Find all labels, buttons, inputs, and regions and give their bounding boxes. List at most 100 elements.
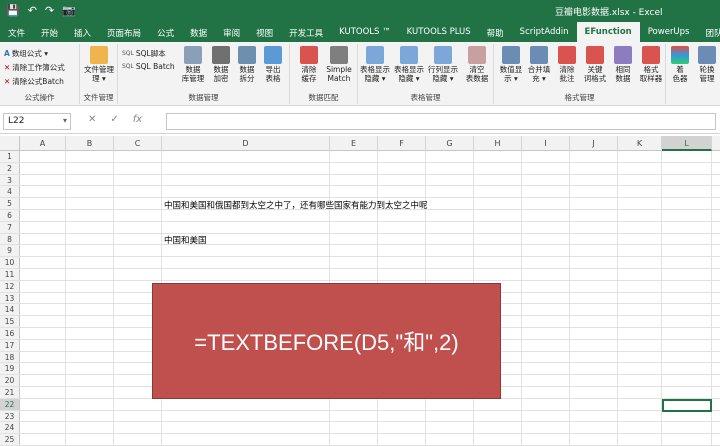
clear-formula-batch-button[interactable]: ✕ 清除公式Batch [4,76,64,87]
tab-14[interactable]: PowerUps [640,22,698,42]
colorizer-button[interactable]: 着 色器 [668,46,692,83]
row-header-10[interactable]: 10 [0,257,20,268]
row-header-22[interactable]: 22 [0,398,20,410]
row-header-8[interactable]: 8 [0,233,20,245]
table-show-hide-button-2[interactable]: 表格显示 隐藏 ▾ [394,46,424,83]
column-header-D[interactable]: D [162,136,330,151]
row-header-3[interactable]: 3 [0,174,20,186]
clear-cache-button[interactable]: 清除 缓存 [294,46,324,83]
column-header-L[interactable]: L [662,136,712,151]
row-header-5[interactable]: 5 [0,198,20,209]
confirm-icon[interactable]: ✓ [110,114,118,125]
tab-4[interactable]: 公式 [149,22,182,42]
column-header-H[interactable]: H [474,136,522,151]
row-header-19[interactable]: 19 [0,363,20,375]
column-header-J[interactable]: J [570,136,618,151]
table-row: 7 [0,221,720,234]
ribbon-tabs: 文件 开始 插入 页面布局 公式 数据 审阅 视图 开发工具 KUTOOLS ™ KUTOOLS P… [0,22,720,42]
number-display-button[interactable]: 数值显 示 ▾ [496,46,526,83]
array-formula-button[interactable]: A 数组公式 ▾ [4,48,48,59]
tab-12[interactable]: ScriptAddin [512,22,577,42]
clear-comment-icon [558,46,576,64]
rotate-mgmt-button[interactable]: 轮换 管理 [694,46,720,83]
camera-icon[interactable]: 📷 [62,4,76,17]
row-header-18[interactable]: 18 [0,351,20,363]
redo-icon[interactable]: ↷ [45,4,54,17]
column-header-E[interactable]: E [330,136,378,151]
row-header-4[interactable]: 4 [0,186,20,198]
row-header-17[interactable]: 17 [0,339,20,351]
column-header-I[interactable]: I [522,136,570,151]
active-cell[interactable] [662,398,712,412]
row-header-11[interactable]: 11 [0,269,20,280]
chevron-down-icon[interactable]: ▾ [63,116,67,125]
row-header-20[interactable]: 20 [0,375,20,386]
row-header-14[interactable]: 14 [0,304,20,316]
sampler-icon [642,46,660,64]
row-header-13[interactable]: 13 [0,292,20,304]
format-sampler-button[interactable]: 格式 取样器 [636,46,666,83]
name-box[interactable]: L22 ▾ [3,113,71,130]
keyword-format-button[interactable]: 关键 词格式 [580,46,610,83]
color-palette-icon [671,46,689,64]
column-header-G[interactable]: G [426,136,474,151]
group-label: 数据匹配 [308,93,339,102]
tab-7[interactable]: 视图 [248,22,281,42]
tab-8[interactable]: 开发工具 [281,22,331,42]
table-icon [400,46,418,64]
column-header-F[interactable]: F [378,136,426,151]
tab-10[interactable]: KUTOOLS PLUS [399,22,479,42]
row-header-25[interactable]: 25 [0,434,20,445]
row-header-7[interactable]: 7 [0,221,20,233]
column-header-K[interactable]: K [618,136,662,151]
column-header-C[interactable]: C [114,136,162,151]
tab-3[interactable]: 页面布局 [99,22,149,42]
export-table-button[interactable]: 导出 表格 [258,46,288,83]
group-label: 公式操作 [24,93,55,102]
row-header-24[interactable]: 24 [0,422,20,434]
tab-15[interactable]: 团队 [697,22,720,42]
simple-match-button[interactable]: Simple Match [324,46,354,83]
merge-fill-button[interactable]: 合并填 充 ▾ [524,46,554,83]
tab-13[interactable]: EFunction [576,22,640,42]
column-header-B[interactable]: B [66,136,114,151]
select-all-corner[interactable] [0,136,20,151]
clear-batch-icon: ✕ [4,77,11,86]
clear-comments-button[interactable]: 清除 批注 [552,46,582,83]
tab-0[interactable]: 文件 [0,22,33,42]
row-header-15[interactable]: 15 [0,316,20,327]
tab-5[interactable]: 数据 [182,22,215,42]
column-header-A[interactable]: A [20,136,66,151]
sql-batch-button[interactable]: SQL SQL Batch [122,62,175,71]
table-row: 23 [0,410,720,423]
table-show-hide-button-1[interactable]: 表格显示 隐藏 ▾ [360,46,390,83]
tab-2[interactable]: 插入 [66,22,99,42]
row-header-6[interactable]: 6 [0,210,20,221]
row-col-show-hide-button[interactable]: 行列显示 隐藏 ▾ [428,46,458,83]
undo-icon[interactable]: ↶ [28,4,37,17]
row-header-12[interactable]: 12 [0,280,20,292]
row-header-9[interactable]: 9 [0,245,20,257]
tab-11[interactable]: 帮助 [479,22,512,42]
row-header-21[interactable]: 21 [0,387,20,398]
database-mgmt-button[interactable]: 数据 库管理 [178,46,208,83]
tab-1[interactable]: 开始 [33,22,66,42]
clear-workbook-formula-button[interactable]: ✕ 清除工作簿公式 [4,62,65,73]
cell-D8[interactable]: 中国和美国 [164,234,207,246]
fx-icon[interactable]: fx [133,114,142,125]
row-header-23[interactable]: 23 [0,410,20,422]
cell-D5[interactable]: 中国和美国和俄国都到太空之中了，还有哪些国家有能力到太空之中呢 [164,199,428,211]
formula-input[interactable] [166,113,716,130]
same-data-button[interactable]: 相同 数据 [608,46,638,83]
row-header-2[interactable]: 2 [0,162,20,174]
cancel-icon[interactable]: ✕ [88,114,96,125]
sql-script-button[interactable]: SQL SQL脚本 [122,48,166,59]
save-icon[interactable]: 💾 [6,4,20,17]
tab-6[interactable]: 审阅 [215,22,248,42]
file-mgmt-button[interactable]: 文件管理 理 ▾ [84,46,114,83]
row-header-16[interactable]: 16 [0,328,20,339]
row-header-1[interactable]: 1 [0,151,20,162]
tab-9[interactable]: KUTOOLS ™ [331,22,398,42]
clear-table-data-button[interactable]: 清空 表数据 [462,46,492,83]
keyword-icon [586,46,604,64]
